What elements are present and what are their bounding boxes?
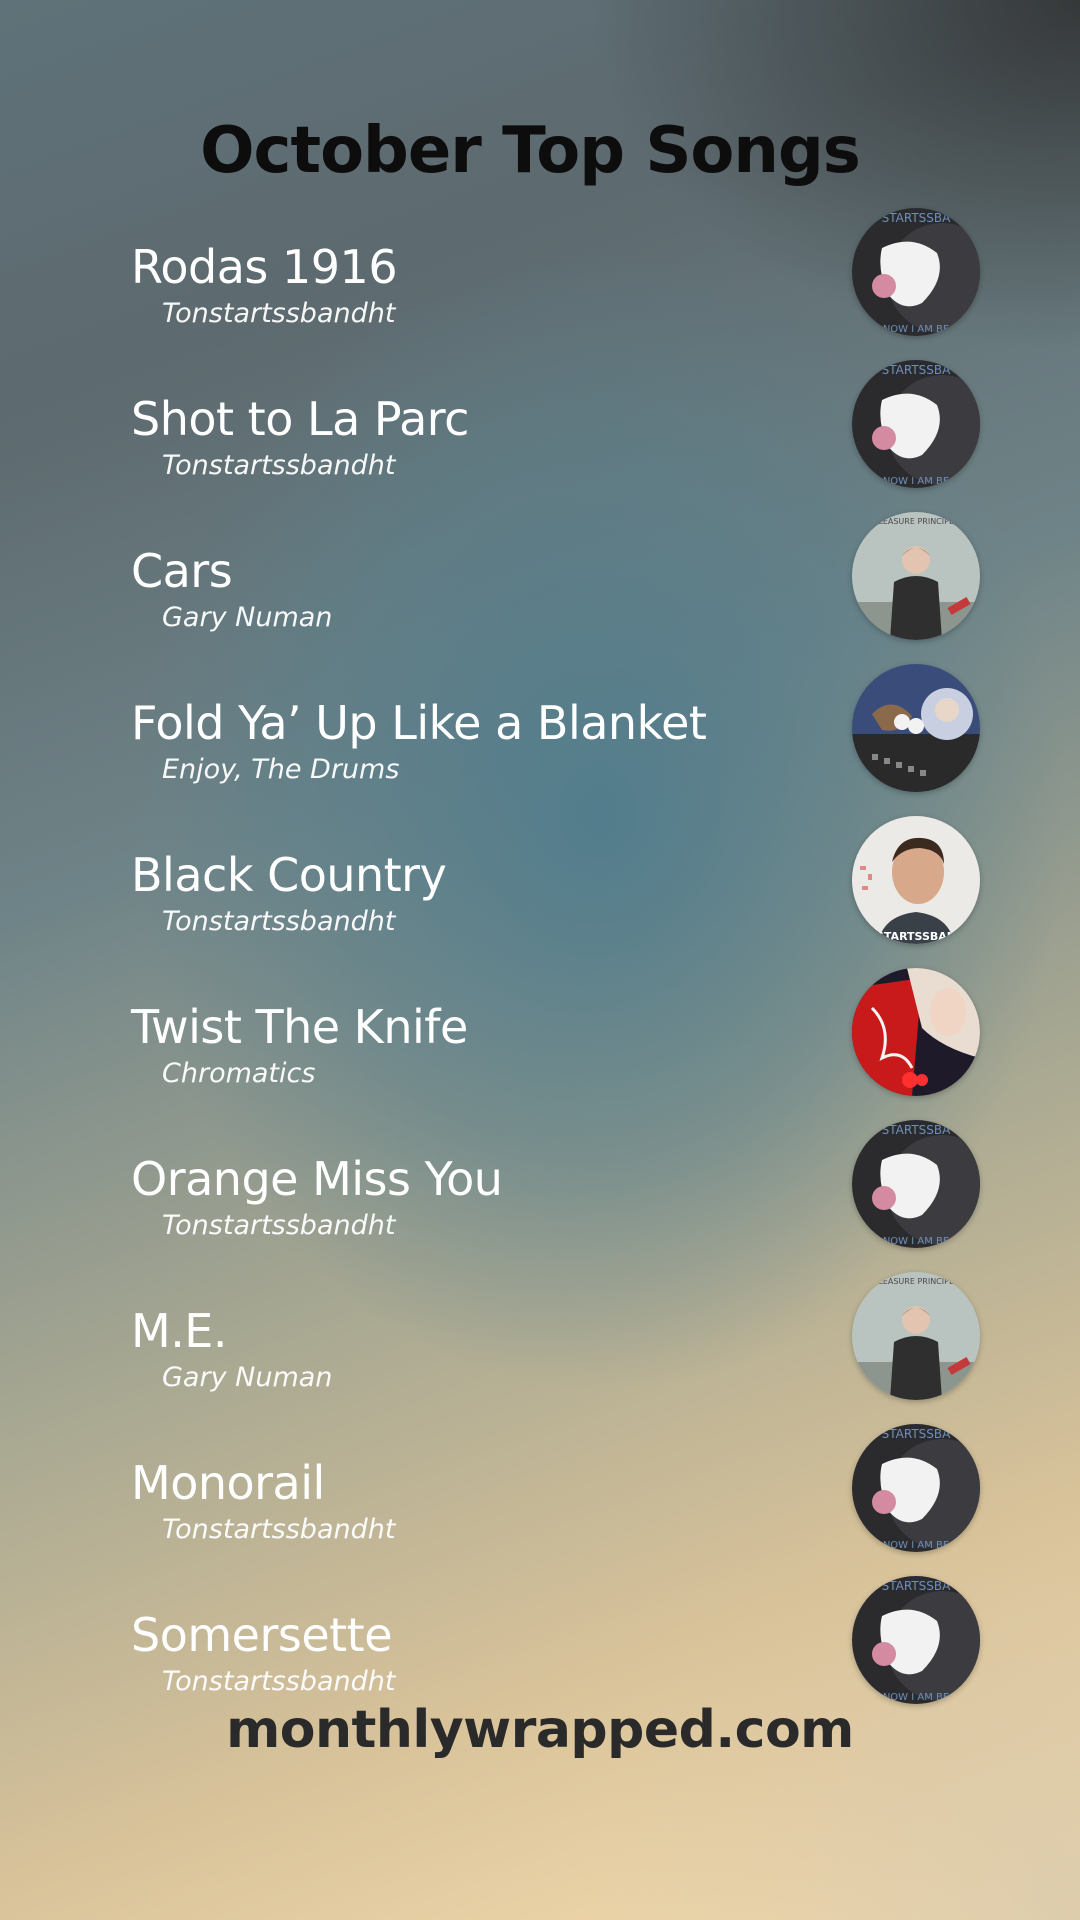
song-title: Orange Miss You <box>131 1152 503 1206</box>
mask-cover-icon: STARTSSBA NOW I AM BE <box>852 1424 980 1552</box>
svg-text:STARTSSBA: STARTSSBA <box>882 1123 951 1137</box>
song-artist: Tonstartssbandht <box>162 1514 396 1545</box>
song-artist: Tonstartssbandht <box>162 298 396 329</box>
song-artist: Gary Numan <box>162 1362 333 1393</box>
song-artist: Tonstartssbandht <box>162 1666 396 1697</box>
svg-text:PLEASURE PRINCIPLE: PLEASURE PRINCIPLE <box>874 1277 959 1286</box>
song-artist: Chromatics <box>162 1058 316 1089</box>
collage-cover-icon <box>852 664 980 792</box>
pleasure-principle-cover-icon: PLEASURE PRINCIPLE <box>852 512 980 640</box>
song-artist: Tonstartssbandht <box>162 906 396 937</box>
svg-text:NOW I AM BE: NOW I AM BE <box>883 476 949 487</box>
svg-text:STARTSSBA: STARTSSBA <box>882 211 951 225</box>
mask-cover-icon: STARTSSBA NOW I AM BE <box>852 1576 980 1704</box>
mask-cover-icon: STARTSSBA NOW I AM BE <box>852 1120 980 1248</box>
svg-text:NOW I AM BE: NOW I AM BE <box>883 1540 949 1551</box>
song-title: Black Country <box>131 848 447 902</box>
song-artist: Tonstartssbandht <box>162 1210 396 1241</box>
song-title: Monorail <box>131 1456 325 1510</box>
song-title: M.E. <box>131 1304 228 1358</box>
song-title: Twist The Knife <box>131 1000 468 1054</box>
svg-text:STARTSSBAN: STARTSSBAN <box>876 930 956 943</box>
mask-cover-icon: STARTSSBA NOW I AM BE <box>852 360 980 488</box>
song-title: Shot to La Parc <box>131 392 469 446</box>
svg-text:PLEASURE PRINCIPLE: PLEASURE PRINCIPLE <box>874 517 959 526</box>
song-artist: Enjoy, The Drums <box>162 754 400 785</box>
red-collage-cover-icon <box>852 968 980 1096</box>
song-title: Cars <box>131 544 233 598</box>
svg-text:NOW I AM BE: NOW I AM BE <box>883 324 949 335</box>
song-title: Somersette <box>131 1608 393 1662</box>
svg-text:STARTSSBA: STARTSSBA <box>882 1579 951 1593</box>
song-title: Rodas 1916 <box>131 240 398 294</box>
svg-text:NOW I AM BE: NOW I AM BE <box>883 1236 949 1247</box>
footer-site-link[interactable]: monthlywrapped.com <box>0 1700 1080 1760</box>
song-artist: Tonstartssbandht <box>162 450 396 481</box>
svg-text:STARTSSBA: STARTSSBA <box>882 363 951 377</box>
song-list: Rodas 1916 Tonstartssbandht STARTSSBA NO… <box>0 0 1080 1920</box>
pleasure-principle-cover-icon: PLEASURE PRINCIPLE <box>852 1272 980 1400</box>
svg-text:STARTSSBA: STARTSSBA <box>882 1427 951 1441</box>
mask-cover-icon: STARTSSBA NOW I AM BE <box>852 208 980 336</box>
song-title: Fold Ya’ Up Like a Blanket <box>131 696 707 750</box>
portrait-cover-icon: STARTSSBAN <box>852 816 980 944</box>
song-artist: Gary Numan <box>162 602 333 633</box>
